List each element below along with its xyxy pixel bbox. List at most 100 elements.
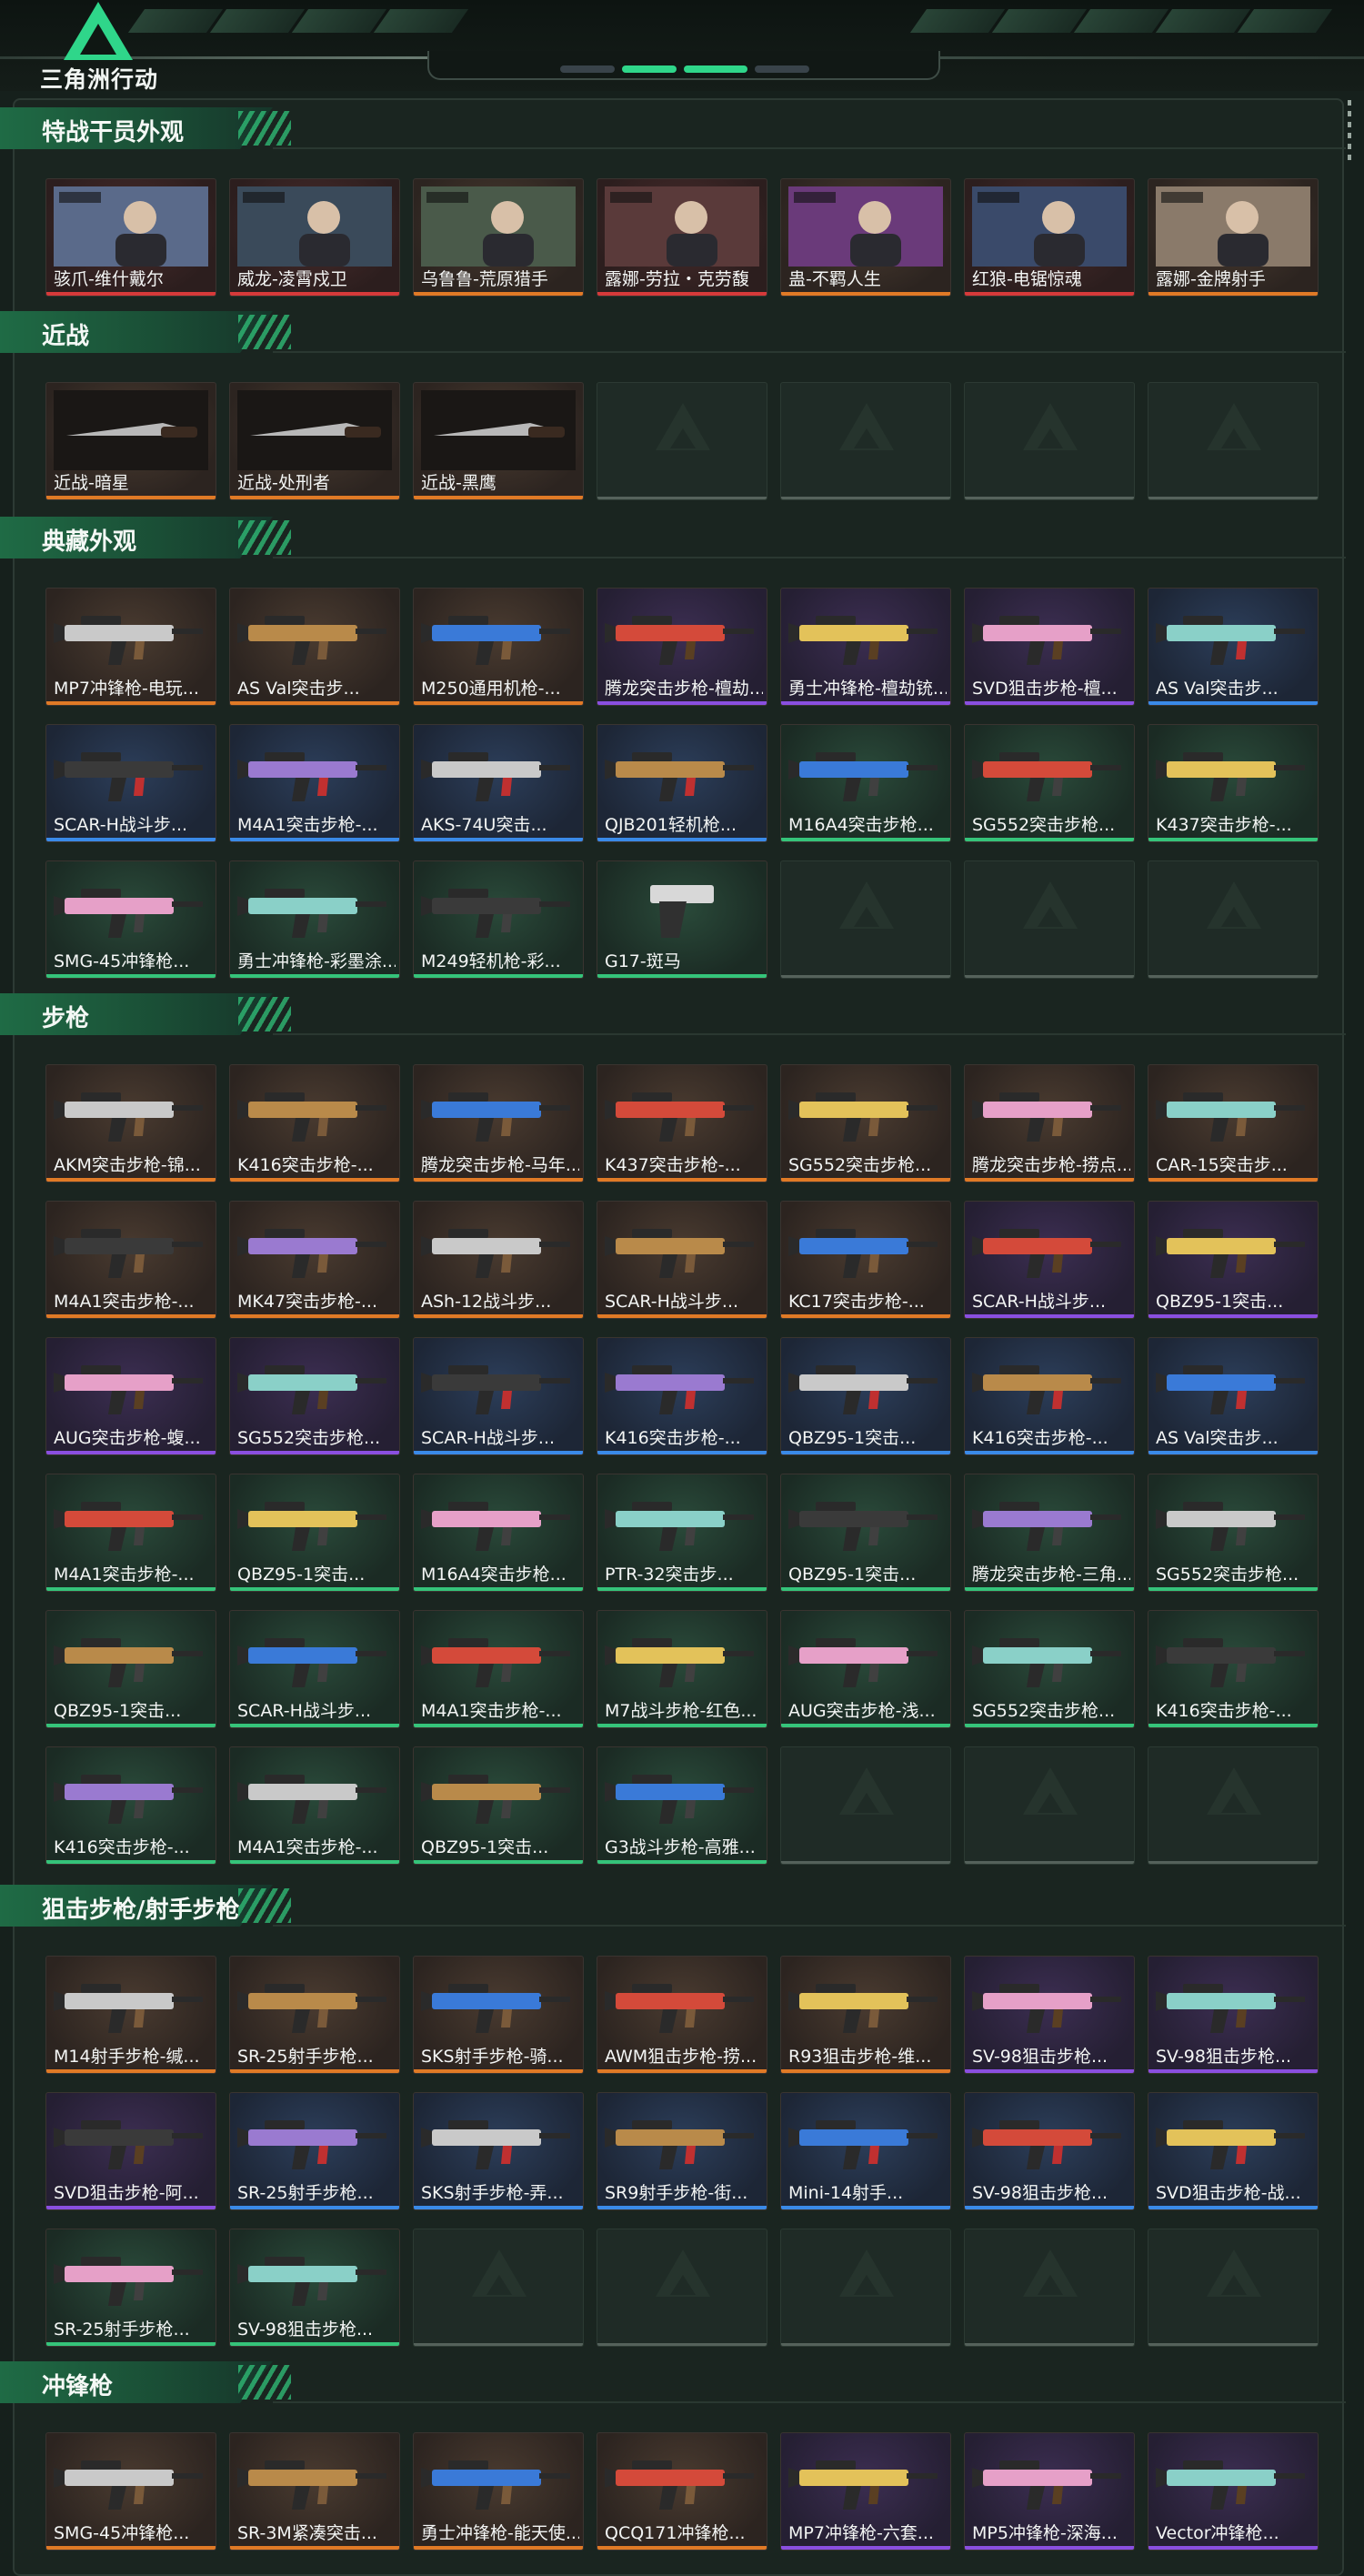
skin-card[interactable]: AS Val突击步...: [229, 588, 400, 706]
skin-card[interactable]: 蛊-不羁人生: [780, 178, 951, 297]
skin-card[interactable]: Vector冲锋枪...: [1148, 2432, 1319, 2551]
skin-card[interactable]: 露娜-劳拉・克劳馥: [597, 178, 767, 297]
skin-card[interactable]: 露娜-金牌射手: [1148, 178, 1319, 297]
skin-card[interactable]: SG552突击步枪...: [964, 1610, 1135, 1728]
skin-card[interactable]: M7战斗步枪-红色...: [597, 1610, 767, 1728]
gun-skin-icon: [237, 1229, 386, 1278]
skin-card[interactable]: SCAR-H战斗步...: [964, 1201, 1135, 1319]
skin-card[interactable]: AS Val突击步...: [1148, 588, 1319, 706]
skin-card[interactable]: SR-25射手步枪...: [229, 1956, 400, 2074]
skin-card[interactable]: K416突击步枪-...: [964, 1337, 1135, 1455]
skin-card[interactable]: M4A1突击步枪-...: [45, 1201, 216, 1319]
skin-card[interactable]: AKS-74U突击...: [413, 724, 584, 842]
skin-card[interactable]: 近战-暗星: [45, 382, 216, 500]
skin-card[interactable]: M16A4突击步枪...: [780, 724, 951, 842]
skin-card[interactable]: K416突击步枪-...: [45, 1746, 216, 1865]
skin-card[interactable]: SKS射手步枪-骑...: [413, 1956, 584, 2074]
skin-card[interactable]: QCQ171冲锋枪...: [597, 2432, 767, 2551]
skin-card[interactable]: 勇士冲锋枪-彩墨涂...: [229, 860, 400, 979]
game-title: 三角洲行动: [40, 66, 159, 93]
skin-card[interactable]: SCAR-H战斗步...: [229, 1610, 400, 1728]
skin-card[interactable]: MP5冲锋枪-深海...: [964, 2432, 1135, 2551]
skin-card[interactable]: SR-3M紧凑突击...: [229, 2432, 400, 2551]
skin-card[interactable]: AS Val突击步...: [1148, 1337, 1319, 1455]
skin-card[interactable]: SCAR-H战斗步...: [597, 1201, 767, 1319]
skin-card[interactable]: M4A1突击步枪-...: [229, 724, 400, 842]
skin-card[interactable]: SVD狙击步枪-阿...: [45, 2092, 216, 2210]
skin-card[interactable]: 近战-黑鹰: [413, 382, 584, 500]
skin-card[interactable]: 威龙-凌霄戍卫: [229, 178, 400, 297]
skin-card[interactable]: 红狼-电锯惊魂: [964, 178, 1135, 297]
skin-card[interactable]: AUG突击步枪-浅...: [780, 1610, 951, 1728]
skin-card[interactable]: MP7冲锋枪-六套...: [780, 2432, 951, 2551]
rarity-bar: [781, 1587, 950, 1591]
skin-card[interactable]: SG552突击步枪...: [229, 1337, 400, 1455]
skin-card[interactable]: M4A1突击步枪-...: [413, 1610, 584, 1728]
skin-name: 红狼-电锯惊魂: [972, 269, 1082, 289]
skin-card[interactable]: 勇士冲锋枪-檀劫铳...: [780, 588, 951, 706]
skin-card[interactable]: QBZ95-1突击...: [45, 1610, 216, 1728]
skin-card[interactable]: K437突击步枪-...: [1148, 724, 1319, 842]
skin-card[interactable]: SR-25射手步枪...: [45, 2229, 216, 2347]
skin-card[interactable]: SVD狙击步枪-战...: [1148, 2092, 1319, 2210]
skin-card[interactable]: SG552突击步枪...: [780, 1064, 951, 1182]
skin-card[interactable]: SR-25射手步枪...: [229, 2092, 400, 2210]
skin-card[interactable]: M4A1突击步枪-...: [229, 1746, 400, 1865]
skin-card[interactable]: M16A4突击步枪...: [413, 1474, 584, 1592]
skin-card[interactable]: 乌鲁鲁-荒原猎手: [413, 178, 584, 297]
skin-card[interactable]: 腾龙突击步枪-檀劫...: [597, 588, 767, 706]
skin-card[interactable]: SMG-45冲锋枪...: [45, 860, 216, 979]
skin-card[interactable]: AKM突击步枪-锦...: [45, 1064, 216, 1182]
skin-card[interactable]: SV-98狙击步枪...: [229, 2229, 400, 2347]
skin-card[interactable]: MK47突击步枪-...: [229, 1201, 400, 1319]
skin-card[interactable]: G17-斑马: [597, 860, 767, 979]
skin-card[interactable]: G3战斗步枪-高雅...: [597, 1746, 767, 1865]
skin-card[interactable]: M4A1突击步枪-...: [45, 1474, 216, 1592]
skin-card[interactable]: M249轻机枪-彩...: [413, 860, 584, 979]
skin-card[interactable]: QBZ95-1突击...: [780, 1337, 951, 1455]
empty-slot: [1148, 382, 1319, 500]
skin-card[interactable]: 腾龙突击步枪-捞点...: [964, 1064, 1135, 1182]
skin-name: SG552突击步枪...: [972, 1701, 1116, 1721]
skin-card[interactable]: M250通用机枪-...: [413, 588, 584, 706]
skin-card[interactable]: K437突击步枪-...: [597, 1064, 767, 1182]
skin-card[interactable]: K416突击步枪-...: [597, 1337, 767, 1455]
skin-card[interactable]: SV-98狙击步枪...: [964, 2092, 1135, 2210]
skin-card[interactable]: 腾龙突击步枪-马年...: [413, 1064, 584, 1182]
skin-card[interactable]: ASh-12战斗步...: [413, 1201, 584, 1319]
skin-card[interactable]: KC17突击步枪-...: [780, 1201, 951, 1319]
skin-card[interactable]: SR9射手步枪-街...: [597, 2092, 767, 2210]
skin-name: QBZ95-1突击...: [421, 1837, 549, 1857]
skin-card[interactable]: 腾龙突击步枪-三角...: [964, 1474, 1135, 1592]
skin-card[interactable]: CAR-15突击步...: [1148, 1064, 1319, 1182]
skin-card[interactable]: K416突击步枪-...: [1148, 1610, 1319, 1728]
skin-card[interactable]: QBZ95-1突击...: [413, 1746, 584, 1865]
skin-card[interactable]: SCAR-H战斗步...: [413, 1337, 584, 1455]
skin-card[interactable]: QBZ95-1突击...: [1148, 1201, 1319, 1319]
skin-card[interactable]: SG552突击步枪...: [964, 724, 1135, 842]
skin-card[interactable]: SCAR-H战斗步...: [45, 724, 216, 842]
skin-card[interactable]: K416突击步枪-...: [229, 1064, 400, 1182]
skin-card[interactable]: AUG突击步枪-蝮...: [45, 1337, 216, 1455]
skin-card[interactable]: SKS射手步枪-弄...: [413, 2092, 584, 2210]
skin-card[interactable]: R93狙击步枪-维...: [780, 1956, 951, 2074]
skin-card[interactable]: QBZ95-1突击...: [780, 1474, 951, 1592]
skin-card[interactable]: QJB201轻机枪...: [597, 724, 767, 842]
skin-card[interactable]: 近战-处刑者: [229, 382, 400, 500]
skin-card[interactable]: M14射手步枪-缄...: [45, 1956, 216, 2074]
gun-skin-icon: [1156, 1229, 1305, 1278]
skin-card[interactable]: PTR-32突击步...: [597, 1474, 767, 1592]
skin-card[interactable]: SG552突击步枪...: [1148, 1474, 1319, 1592]
skin-card[interactable]: 勇士冲锋枪-能天使...: [413, 2432, 584, 2551]
skin-card[interactable]: SVD狙击步枪-檀...: [964, 588, 1135, 706]
skin-card[interactable]: SV-98狙击步枪...: [964, 1956, 1135, 2074]
skin-card[interactable]: QBZ95-1突击...: [229, 1474, 400, 1592]
skin-card[interactable]: SMG-45冲锋枪...: [45, 2432, 216, 2551]
rarity-bar: [781, 2206, 950, 2209]
skin-card[interactable]: 骇爪-维什戴尔: [45, 178, 216, 297]
skin-card[interactable]: AWM狙击步枪-捞...: [597, 1956, 767, 2074]
scrollbar-handle[interactable]: [1348, 100, 1351, 164]
skin-card[interactable]: MP7冲锋枪-电玩...: [45, 588, 216, 706]
skin-card[interactable]: SV-98狙击步枪...: [1148, 1956, 1319, 2074]
skin-card[interactable]: Mini-14射手...: [780, 2092, 951, 2210]
